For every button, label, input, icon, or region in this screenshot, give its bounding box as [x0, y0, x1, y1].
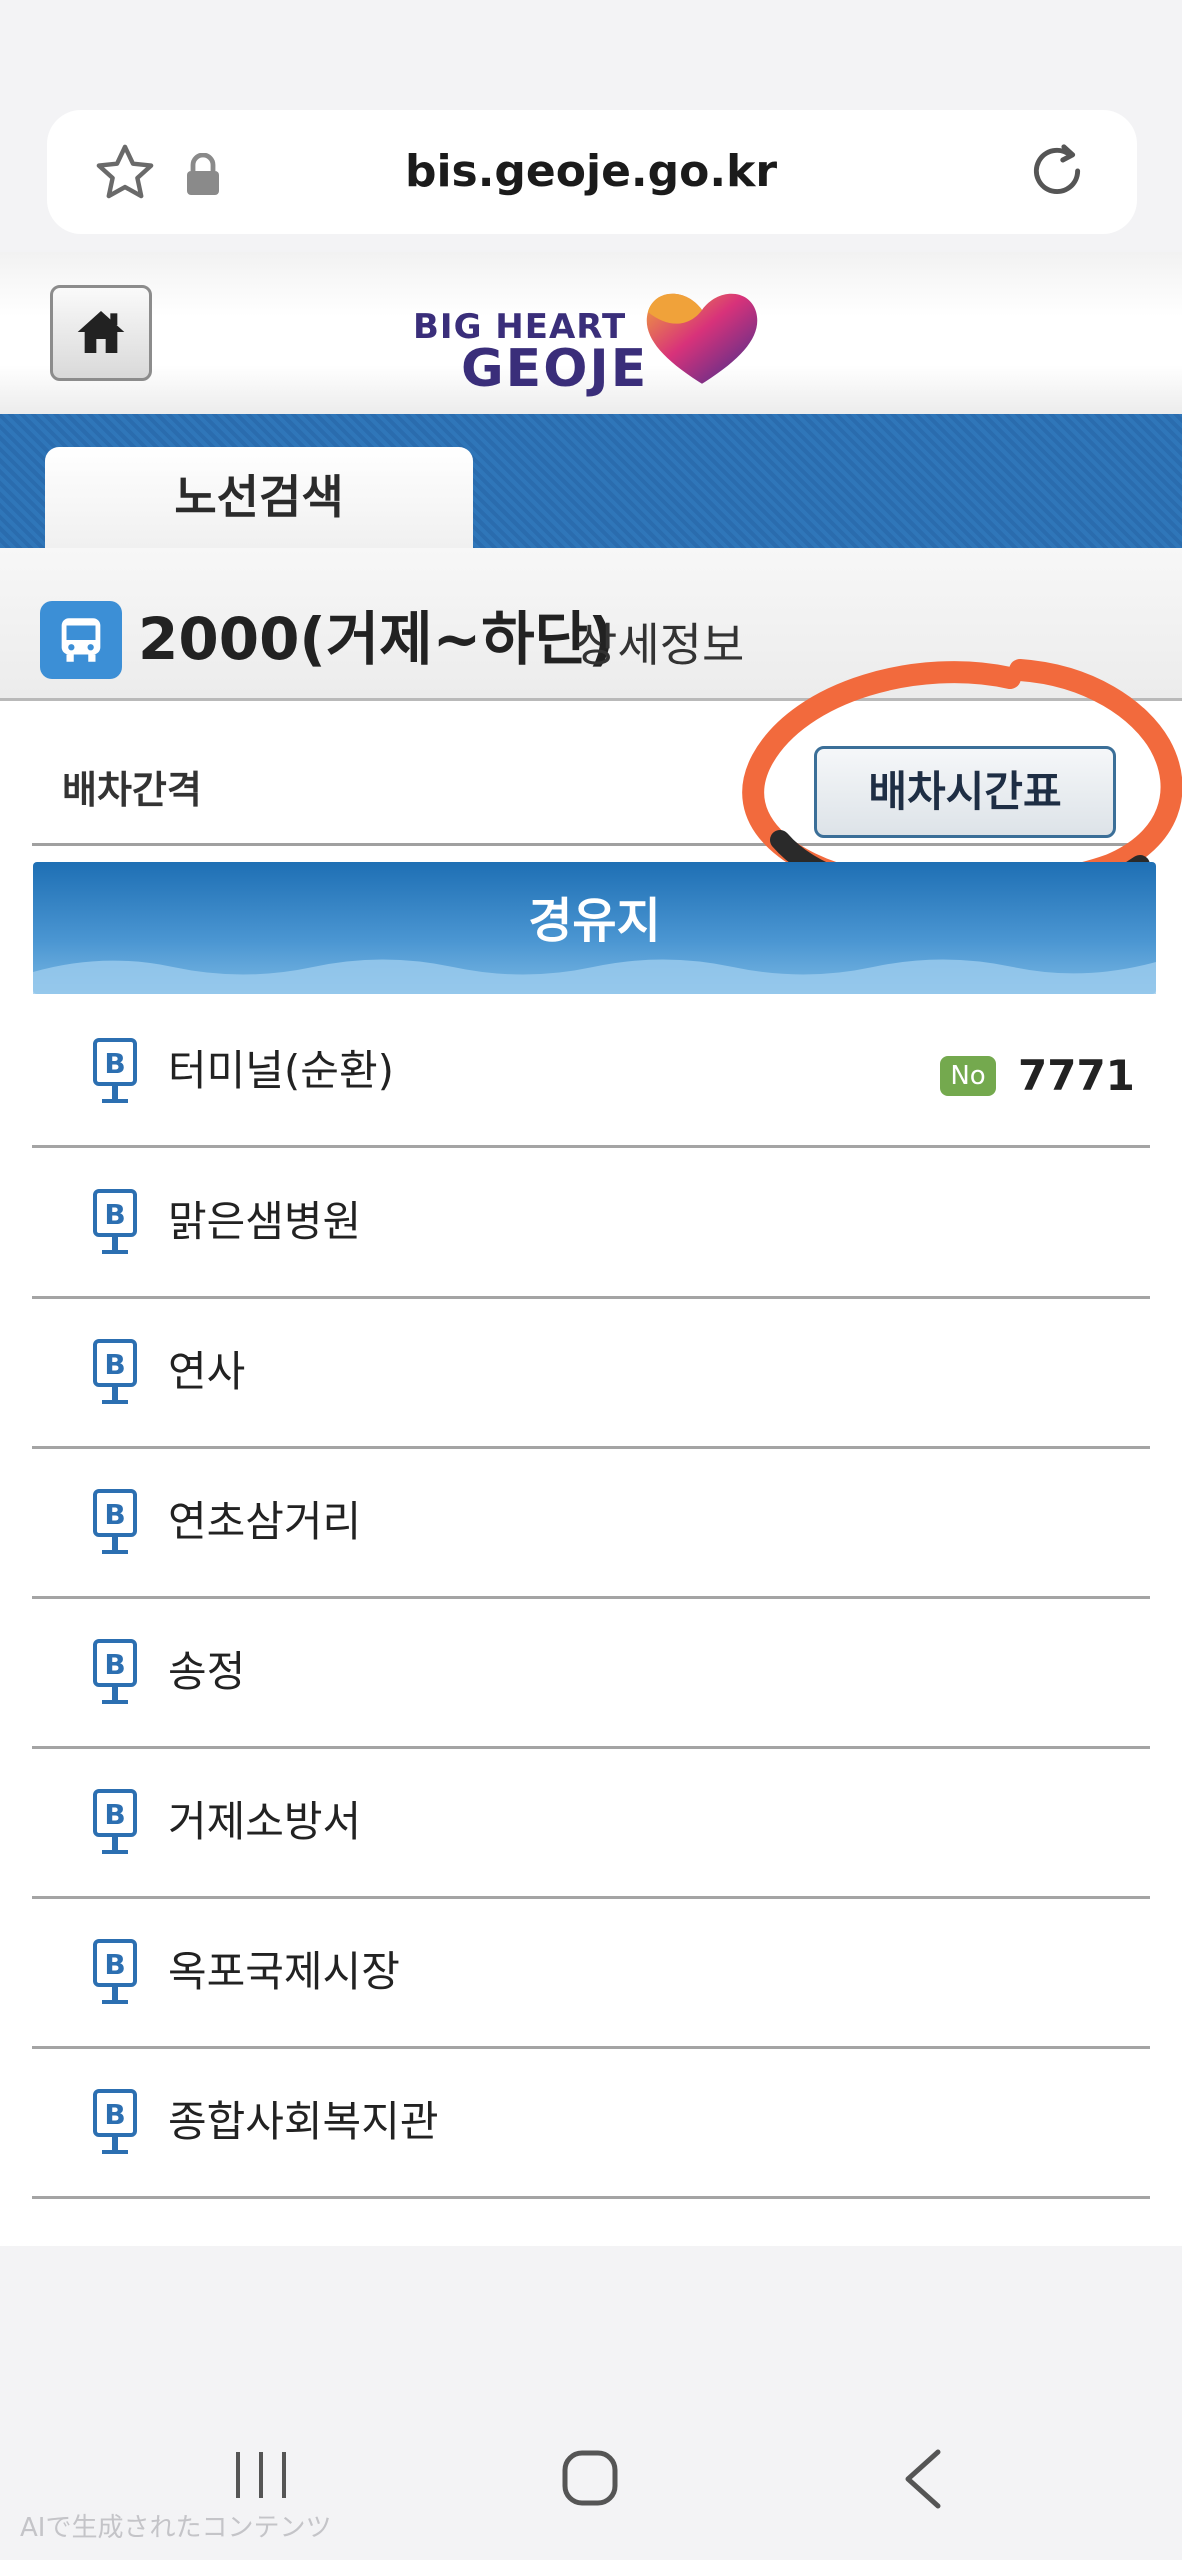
stop-row[interactable]: B 송정 — [32, 1598, 1150, 1749]
svg-text:B: B — [104, 1498, 125, 1531]
stop-row[interactable]: B 거제소방서 — [32, 1748, 1150, 1899]
svg-text:B: B — [104, 1047, 125, 1080]
heart-logo-icon — [646, 293, 758, 384]
stop-row[interactable]: B 종합사회복지관 — [32, 2048, 1150, 2199]
interval-label: 배차간격 — [62, 768, 202, 812]
home-button[interactable] — [50, 285, 152, 381]
stop-row[interactable]: B 옥포국제시장 — [32, 1898, 1150, 2049]
stop-name: 터미널(순환) — [168, 1046, 394, 1095]
svg-text:B: B — [104, 1948, 125, 1981]
home-nav-icon[interactable] — [560, 2448, 620, 2508]
back-icon[interactable] — [900, 2448, 944, 2510]
bus-icon — [40, 601, 122, 679]
bus-number: 7771 — [1018, 1051, 1135, 1100]
svg-text:B: B — [104, 1798, 125, 1831]
route-name: 2000(거제~하단) — [138, 605, 615, 673]
stop-name: 연초삼거리 — [168, 1497, 362, 1546]
bus-stop-icon: B — [93, 1038, 137, 1103]
tab-route-search[interactable]: 노선검색 — [45, 447, 473, 548]
stop-name: 맑은샘병원 — [168, 1197, 362, 1246]
stop-name: 연사 — [168, 1347, 246, 1396]
stop-name: 종합사회복지관 — [168, 2097, 439, 2146]
stop-name: 옥포국제시장 — [168, 1947, 400, 1996]
svg-text:B: B — [104, 2098, 125, 2131]
bus-stop-icon: B — [93, 1639, 137, 1704]
svg-text:B: B — [104, 1348, 125, 1381]
stop-row[interactable]: B 맑은샘병원 — [32, 1148, 1150, 1299]
route-title-suffix: 상세정보 — [575, 618, 745, 672]
bus-stop-icon: B — [93, 1939, 137, 2004]
url-text[interactable]: bis.geoje.go.kr — [0, 140, 1182, 204]
bus-stop-icon: B — [93, 1189, 137, 1254]
svg-text:B: B — [104, 1648, 125, 1681]
bus-badge: No — [940, 1056, 996, 1096]
bus-stop-icon: B — [93, 1789, 137, 1854]
recents-icon[interactable] — [232, 2450, 290, 2500]
stop-row[interactable]: B 연초삼거리 — [32, 1448, 1150, 1599]
logo-text-line2: GEOJE — [461, 339, 649, 399]
ai-watermark: AIで生成されたコンテンツ — [20, 2513, 332, 2543]
stop-name: 거제소방서 — [168, 1797, 362, 1846]
stops-header-label: 경유지 — [528, 893, 661, 949]
site-logo[interactable]: BIG HEART GEOJE — [413, 285, 769, 399]
stop-row[interactable]: B 연사 — [32, 1298, 1150, 1449]
stop-name: 송정 — [168, 1647, 246, 1696]
reload-icon[interactable] — [1024, 136, 1090, 206]
stops-header: 경유지 — [33, 862, 1156, 994]
bus-stop-icon: B — [93, 1489, 137, 1554]
bus-stop-icon: B — [93, 1339, 137, 1404]
bus-stop-icon: B — [93, 2089, 137, 2154]
svg-text:B: B — [104, 1198, 125, 1231]
home-icon — [77, 311, 125, 353]
